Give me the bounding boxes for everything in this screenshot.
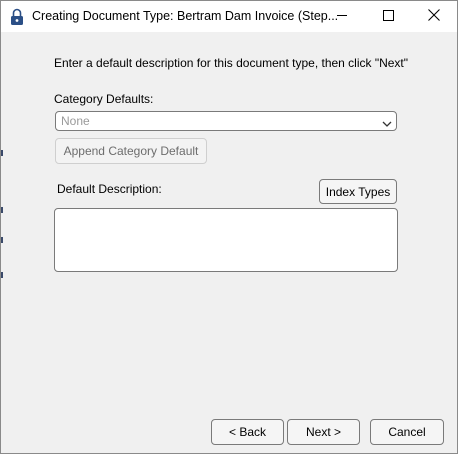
- chevron-down-icon: [382, 117, 392, 127]
- edge-mark: [1, 207, 3, 213]
- edge-mark: [1, 237, 3, 243]
- maximize-button[interactable]: [365, 1, 411, 32]
- maximize-icon: [382, 9, 394, 24]
- category-defaults-value: None: [61, 114, 90, 128]
- minimize-button[interactable]: [319, 1, 365, 32]
- instruction-text: Enter a default description for this doc…: [54, 56, 409, 70]
- wizard-window: Creating Document Type: Bertram Dam Invo…: [0, 0, 458, 454]
- edge-mark: [1, 272, 3, 278]
- title-bar[interactable]: Creating Document Type: Bertram Dam Invo…: [1, 1, 457, 32]
- default-description-label: Default Description:: [57, 182, 162, 196]
- close-icon: [428, 9, 440, 24]
- minimize-icon: [336, 10, 348, 24]
- back-button[interactable]: < Back: [211, 419, 284, 445]
- cancel-button[interactable]: Cancel: [370, 419, 444, 445]
- next-button[interactable]: Next >: [287, 419, 360, 445]
- category-defaults-label: Category Defaults:: [54, 92, 154, 106]
- left-window-edge: [1, 32, 3, 453]
- category-defaults-dropdown[interactable]: None: [55, 111, 397, 131]
- index-types-button[interactable]: Index Types: [319, 179, 397, 204]
- window-title: Creating Document Type: Bertram Dam Invo…: [32, 9, 339, 23]
- lock-icon: [10, 8, 24, 26]
- default-description-textarea[interactable]: [54, 208, 398, 272]
- edge-mark: [1, 150, 3, 156]
- close-button[interactable]: [411, 1, 457, 32]
- append-category-default-button[interactable]: Append Category Default: [55, 138, 207, 164]
